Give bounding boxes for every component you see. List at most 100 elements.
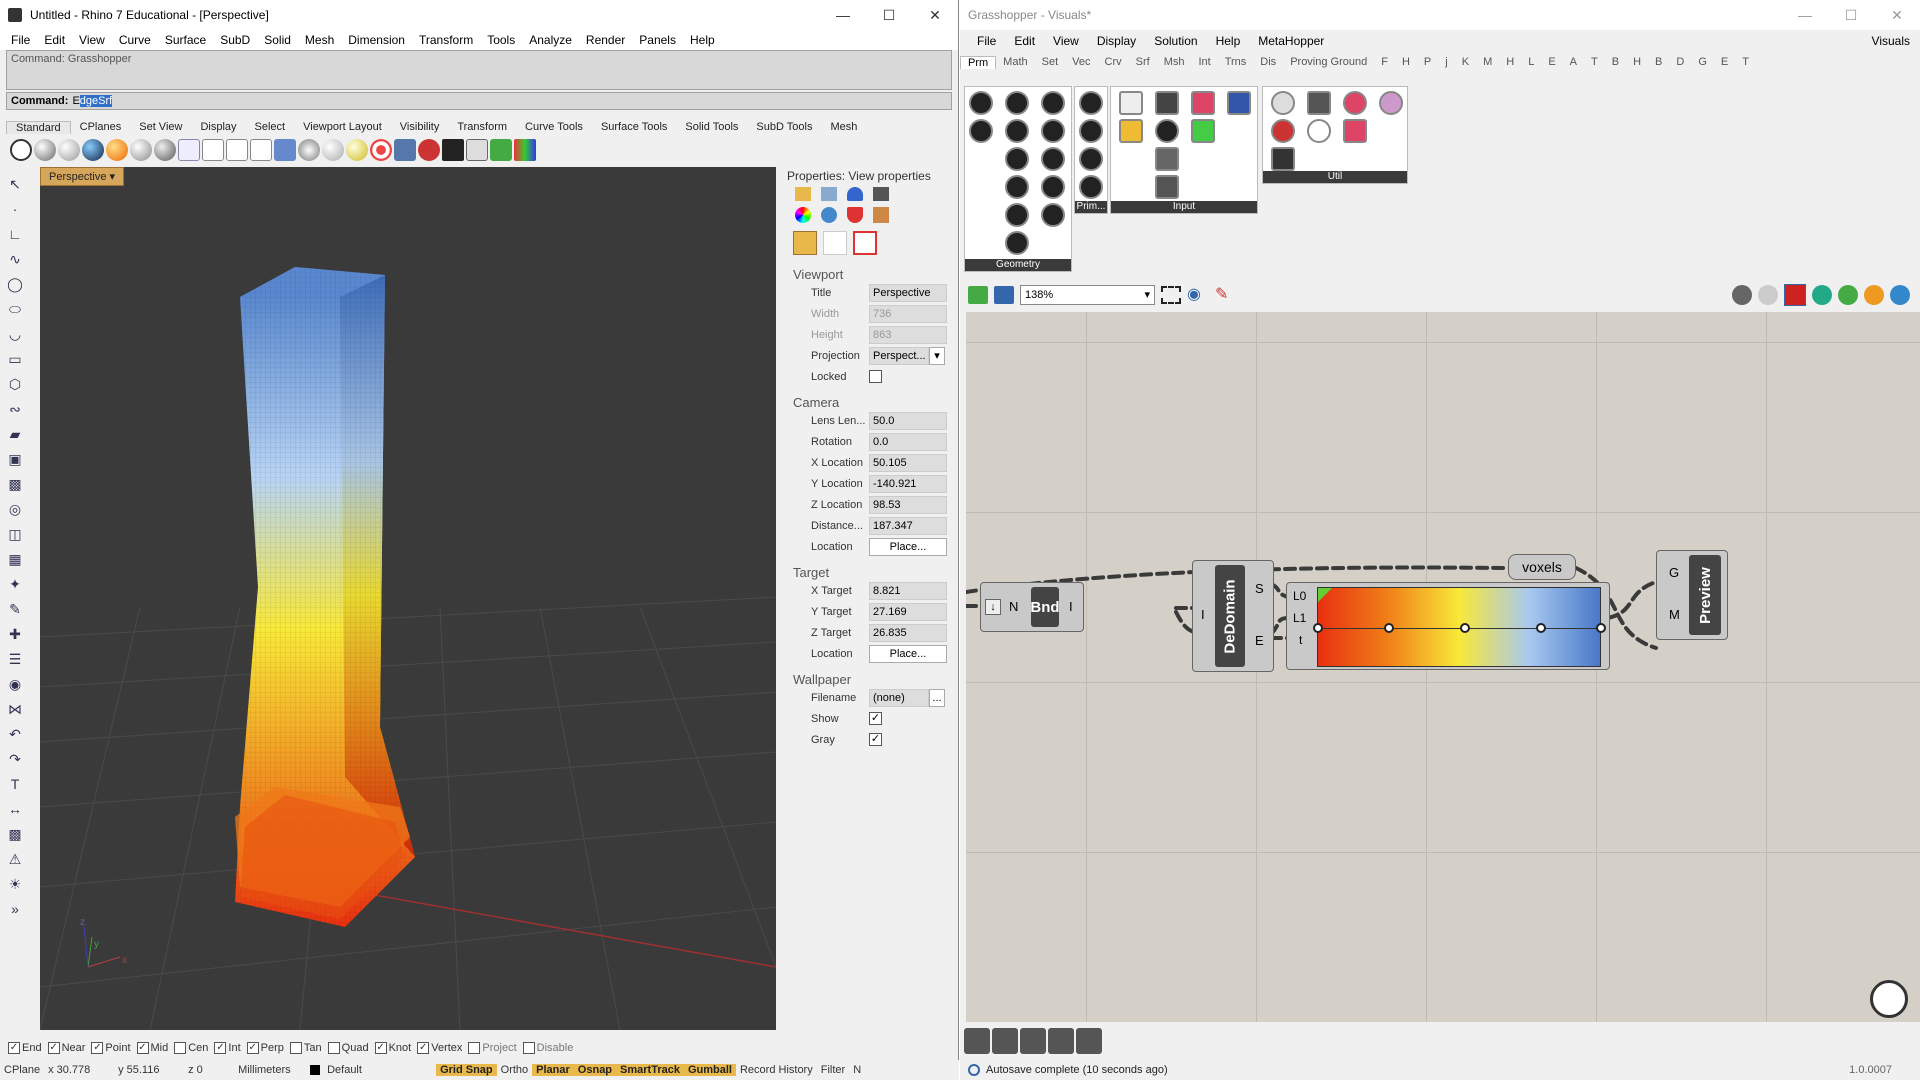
osnap-vertex-checkbox[interactable]: ✓ [417, 1042, 430, 1054]
gh-tab-int-7[interactable]: Int [1191, 56, 1217, 68]
ghosted-sphere-icon[interactable] [58, 139, 80, 161]
technical-sphere-icon[interactable] [154, 139, 176, 161]
document-preview-icon[interactable] [1864, 285, 1884, 305]
osnap-vertex[interactable]: ✓ Vertex [417, 1042, 462, 1054]
osnap-int-checkbox[interactable]: ✓ [214, 1042, 227, 1054]
osnap-quad[interactable]: Quad [327, 1042, 369, 1054]
data-input-icon[interactable] [1119, 91, 1143, 115]
slider-icon[interactable] [1155, 147, 1179, 171]
gh-tab-vec-3[interactable]: Vec [1065, 56, 1097, 68]
freeform-icon[interactable]: ∾ [4, 398, 26, 420]
menu-transform[interactable]: Transform [412, 33, 480, 47]
field-param-icon[interactable] [1041, 203, 1065, 227]
gh-tab-f-11[interactable]: F [1374, 56, 1395, 68]
gh-tab-h-12[interactable]: H [1395, 56, 1417, 68]
selected-preview-icon[interactable] [1812, 285, 1832, 305]
gradient-icon[interactable] [1191, 119, 1215, 143]
bnd-input-icon[interactable]: ↓ [985, 599, 1001, 615]
viewport-title-tab[interactable]: Perspective ▾ [40, 167, 125, 186]
menu-view[interactable]: View [72, 33, 112, 47]
globe-icon[interactable] [298, 139, 320, 161]
gray-checkbox[interactable]: ✓ [869, 733, 882, 746]
boolean-icon[interactable]: ◎ [4, 498, 26, 520]
tab-standard[interactable]: Standard [6, 120, 71, 134]
property-value-x-target[interactable]: 8.821 [869, 581, 947, 600]
osnap-end-checkbox[interactable]: ✓ [8, 1042, 20, 1054]
gh-tab-a-20[interactable]: A [1563, 56, 1584, 68]
gh-menu-view[interactable]: View [1044, 34, 1088, 48]
shaded-preview-icon[interactable] [1784, 284, 1806, 306]
property-value-title[interactable]: Perspective [869, 283, 947, 302]
voxels-param-node[interactable]: voxels [1508, 554, 1576, 580]
save-data-icon[interactable] [1227, 91, 1251, 115]
osnap-disable[interactable]: Disable [522, 1042, 573, 1054]
gh-tab-srf-5[interactable]: Srf [1129, 56, 1157, 68]
sphere-white-icon[interactable] [322, 139, 344, 161]
menu-surface[interactable]: Surface [158, 33, 213, 47]
gh-tab-h-23[interactable]: H [1626, 56, 1648, 68]
units-label[interactable]: Millimeters [234, 1064, 306, 1076]
render-icon[interactable]: ☀ [4, 873, 26, 895]
flask-icon[interactable] [1343, 119, 1367, 143]
analyze-icon[interactable]: ⚠ [4, 848, 26, 870]
util-panel-label[interactable]: Util [1263, 171, 1407, 183]
graph-mapper-icon[interactable] [1119, 119, 1143, 143]
pencil-icon[interactable]: ✎ [4, 598, 26, 620]
gh-tab-e-19[interactable]: E [1541, 56, 1562, 68]
record-history-toggle[interactable]: Record History [736, 1064, 817, 1076]
sketch-pen-icon[interactable]: ✎ [1215, 286, 1235, 304]
number-param-icon[interactable] [1079, 147, 1103, 171]
display-sphere-icon[interactable] [1890, 285, 1910, 305]
osnap-knot[interactable]: ✓ Knot [374, 1042, 411, 1054]
camera-icon[interactable] [394, 139, 416, 161]
mesh-param-icon[interactable] [1041, 147, 1065, 171]
gh-menu-help[interactable]: Help [1207, 34, 1250, 48]
tab-solid-tools[interactable]: Solid Tools [676, 121, 747, 133]
menu-dimension[interactable]: Dimension [341, 33, 412, 47]
bnd-input-port[interactable]: N [1009, 599, 1018, 614]
tab-visibility[interactable]: Visibility [391, 121, 449, 133]
gh-menu-edit[interactable]: Edit [1005, 34, 1044, 48]
gh-tab-prm-0[interactable]: Prm [960, 55, 997, 69]
gh-menu-metahopper[interactable]: MetaHopper [1249, 34, 1333, 48]
gradient-t-port[interactable]: t [1299, 633, 1302, 647]
gradient-l1-port[interactable]: L1 [1293, 611, 1306, 625]
cylinder-icon[interactable]: ◫ [4, 523, 26, 545]
arrow-outline-icon[interactable] [1307, 119, 1331, 143]
text-param-icon[interactable] [1079, 175, 1103, 199]
circular-arc-param-icon[interactable] [1041, 91, 1065, 115]
monitor-icon[interactable] [442, 139, 464, 161]
preview-eye-icon[interactable]: ◉ [1187, 286, 1209, 304]
property-value-x-location[interactable]: 50.105 [869, 453, 947, 472]
surface-param-icon[interactable] [1041, 119, 1065, 143]
menu-edit[interactable]: Edit [37, 33, 72, 47]
mesh-icon[interactable]: ▦ [4, 548, 26, 570]
smarttrack-toggle[interactable]: SmartTrack [616, 1064, 684, 1076]
open-file-icon[interactable] [968, 286, 988, 304]
gradient-component[interactable]: L0 L1 t [1286, 582, 1610, 670]
cluster-icon[interactable] [1343, 91, 1367, 115]
tab-select[interactable]: Select [246, 121, 295, 133]
gradient-grip-1[interactable] [1384, 623, 1394, 633]
osnap-project-checkbox[interactable] [468, 1042, 481, 1054]
cube-lock-icon[interactable] [226, 139, 248, 161]
cube-view-icon[interactable] [250, 139, 272, 161]
osnap-near-checkbox[interactable]: ✓ [47, 1042, 60, 1054]
array-icon[interactable]: ☰ [4, 648, 26, 670]
property-value-rotation[interactable]: 0.0 [869, 432, 947, 451]
gh-tab-l-18[interactable]: L [1521, 56, 1541, 68]
gh-tab-h-17[interactable]: H [1499, 56, 1521, 68]
gumball-toggle[interactable]: Gumball [683, 1064, 736, 1076]
property-value-width[interactable]: 736 [869, 304, 947, 323]
dedomain-end-port[interactable]: E [1255, 633, 1264, 648]
gradient-grip-4[interactable] [1596, 623, 1606, 633]
gh-document-name[interactable]: Visuals [1864, 34, 1920, 48]
property-value-projection[interactable]: Perspect... [869, 346, 929, 365]
ellipse-icon[interactable]: ⬭ [4, 298, 26, 320]
chevron-down-icon[interactable]: ▾ [929, 346, 945, 365]
split-icon[interactable]: ⋈ [4, 698, 26, 720]
target-place-button[interactable]: Place... [869, 644, 947, 663]
view-icon[interactable] [821, 187, 837, 201]
gradient-grip-0[interactable] [1313, 623, 1323, 633]
menu-solid[interactable]: Solid [257, 33, 298, 47]
